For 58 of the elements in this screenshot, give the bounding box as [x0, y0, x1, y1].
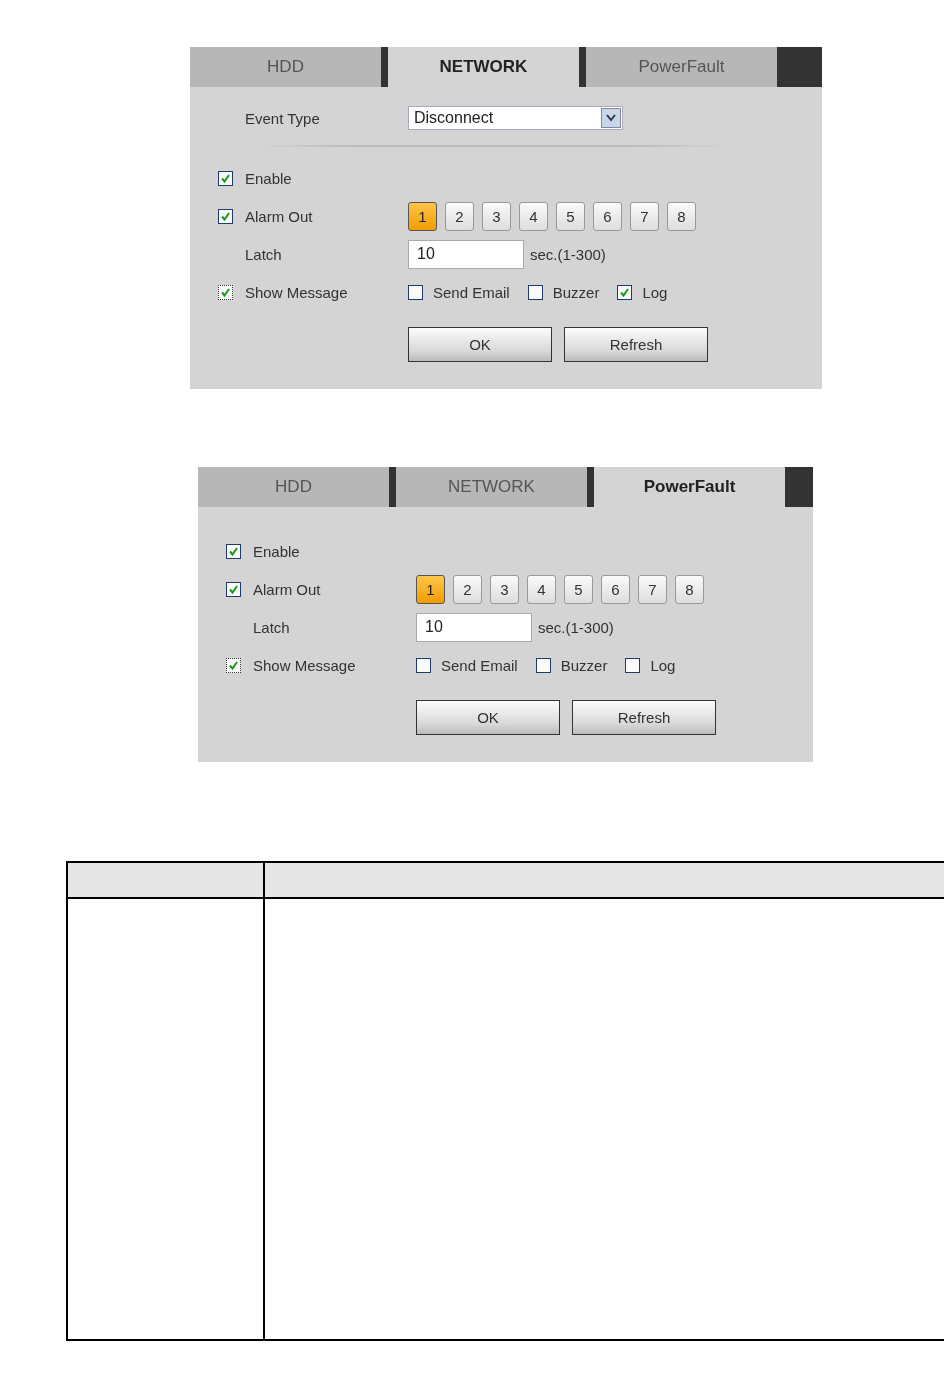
checkbox-label: Show Message: [253, 656, 357, 674]
alarm-channel-button[interactable]: 2: [453, 574, 482, 604]
alarm-channel-button[interactable]: 7: [638, 574, 667, 604]
alarm-channel-button[interactable]: 3: [490, 574, 519, 604]
alarm-channel-button[interactable]: 3: [482, 201, 511, 231]
alarm-channel-button[interactable]: 7: [630, 201, 659, 231]
checkbox[interactable]: [226, 543, 241, 559]
checkbox-label: Send Email: [441, 656, 518, 674]
checkbox-label: Enable: [253, 542, 301, 560]
checkbox[interactable]: [625, 657, 641, 673]
alarm-channel-button[interactable]: 5: [564, 574, 593, 604]
checkbox-label: Send Email: [433, 283, 510, 301]
tab[interactable]: PowerFault: [594, 467, 785, 507]
unit-text: sec.(1-300): [538, 618, 614, 636]
action-button[interactable]: Refresh: [564, 327, 708, 362]
latch-input[interactable]: 10: [416, 612, 532, 642]
alarm-channel-button[interactable]: 2: [445, 201, 474, 231]
checkbox[interactable]: [416, 657, 431, 673]
alarm-channel-button[interactable]: 5: [556, 201, 585, 231]
alarm-channel-button[interactable]: 1: [408, 201, 437, 231]
checkbox[interactable]: [535, 657, 551, 673]
checkbox-label: Log: [650, 656, 676, 674]
checkbox[interactable]: [218, 208, 233, 224]
alarm-channel-button[interactable]: 4: [527, 574, 556, 604]
checkbox-label: Alarm Out: [253, 580, 322, 598]
tab[interactable]: HDD: [198, 467, 389, 507]
checkbox-label: Buzzer: [552, 283, 600, 301]
latch-input[interactable]: 10: [408, 239, 524, 269]
field-label: Latch: [253, 618, 291, 636]
alarm-channel-button[interactable]: 8: [667, 201, 696, 231]
action-button[interactable]: OK: [408, 327, 552, 362]
field-label: Event Type: [245, 109, 321, 127]
checkbox[interactable]: [218, 284, 233, 300]
alarm-channel-button[interactable]: 6: [593, 201, 622, 231]
checkbox[interactable]: [218, 170, 233, 186]
action-button[interactable]: Refresh: [572, 700, 716, 735]
checkbox-label: Alarm Out: [245, 207, 314, 225]
checkbox[interactable]: [527, 284, 543, 300]
tab[interactable]: HDD: [190, 47, 381, 87]
action-button[interactable]: OK: [416, 700, 560, 735]
event-type-dropdown[interactable]: Disconnect: [408, 106, 623, 130]
tab[interactable]: NETWORK: [396, 467, 587, 507]
alarm-channel-button[interactable]: 1: [416, 574, 445, 604]
checkbox-label: Log: [642, 283, 668, 301]
unit-text: sec.(1-300): [530, 245, 606, 263]
checkbox-label: Buzzer: [560, 656, 608, 674]
alarm-channel-button[interactable]: 4: [519, 201, 548, 231]
checkbox-label: Show Message: [245, 283, 349, 301]
checkbox[interactable]: [226, 657, 241, 673]
field-label: Latch: [245, 245, 283, 263]
alarm-channel-button[interactable]: 6: [601, 574, 630, 604]
checkbox[interactable]: [617, 284, 633, 300]
alarm-channel-button[interactable]: 8: [675, 574, 704, 604]
tab[interactable]: PowerFault: [586, 47, 777, 87]
tab[interactable]: NETWORK: [388, 47, 579, 87]
checkbox-label: Enable: [245, 169, 293, 187]
checkbox[interactable]: [226, 581, 241, 597]
checkbox[interactable]: [408, 284, 423, 300]
